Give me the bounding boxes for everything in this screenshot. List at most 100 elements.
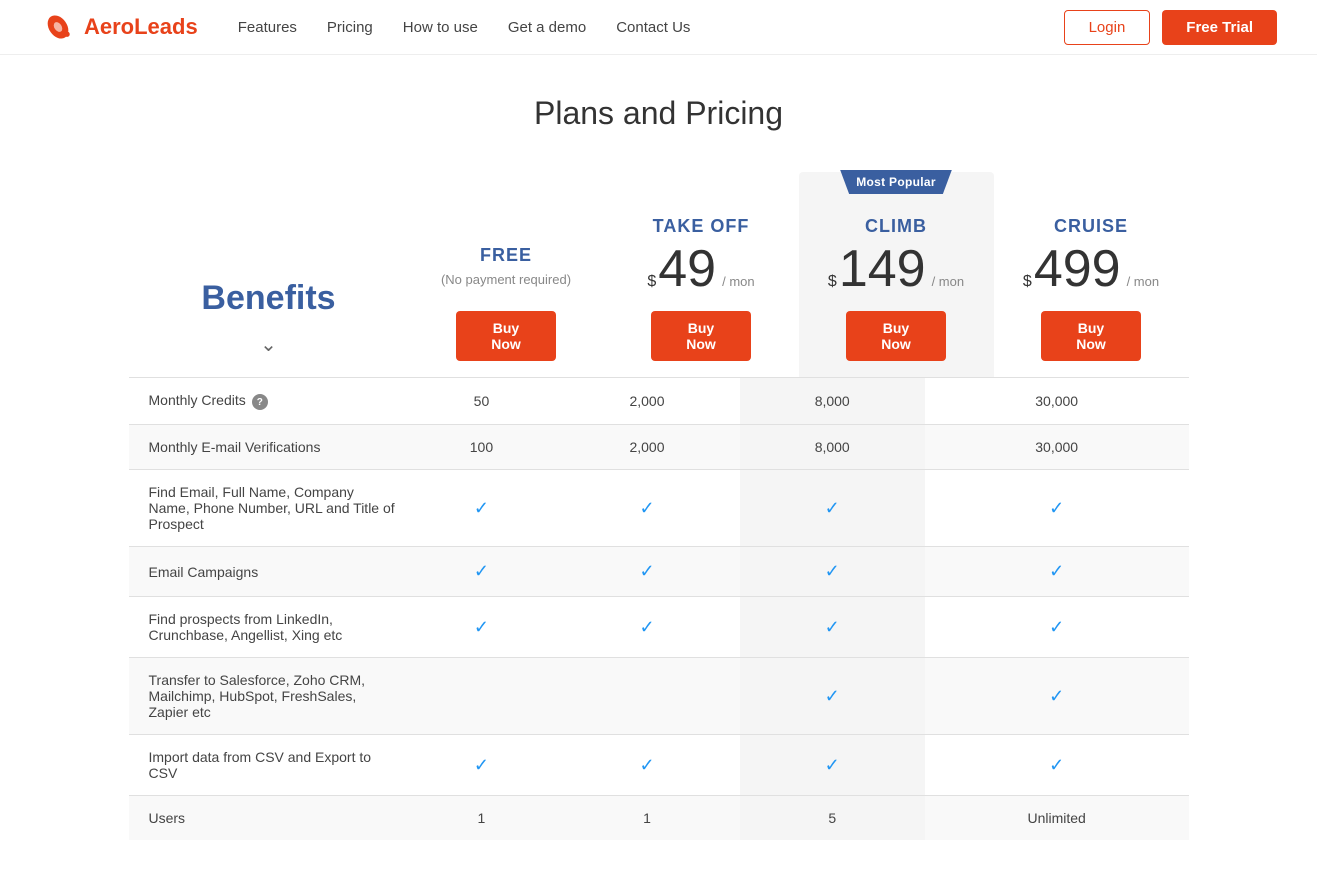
feature-value: 2,000 [554,378,739,425]
check-icon: ✓ [1049,686,1064,706]
check-icon: ✓ [825,498,840,518]
price-per-takeoff: / mon [722,274,755,289]
table-row: Import data from CSV and Export to CSV✓✓… [129,735,1189,796]
pricing-header: Benefits ⌄ FREE (No payment required) Bu… [129,172,1189,377]
feature-value: 5 [740,796,925,841]
table-row: Find prospects from LinkedIn, Crunchbase… [129,597,1189,658]
feature-value: ✓ [740,470,925,547]
plan-free-subtitle: (No payment required) [441,272,571,287]
plan-takeoff: TAKE OFF $ 49 / mon Buy Now [604,188,799,377]
feature-value: 30,000 [925,378,1189,425]
most-popular-badge: Most Popular [840,170,952,194]
price-dollar-climb: $ [828,273,837,291]
plan-climb-price: $ 149 / mon [828,243,964,295]
feature-value: ✓ [409,470,555,547]
feature-value: 50 [409,378,555,425]
check-icon: ✓ [1049,498,1064,518]
price-dollar-cruise: $ [1023,273,1032,291]
navbar: AeroLeads Features Pricing How to use Ge… [0,0,1317,55]
feature-name-cell: Find Email, Full Name, Company Name, Pho… [129,470,409,547]
check-icon: ✓ [639,498,654,518]
check-icon: ✓ [1049,561,1064,581]
free-trial-button[interactable]: Free Trial [1162,10,1277,45]
feature-table: Monthly Credits?502,0008,00030,000Monthl… [129,377,1189,840]
plan-cruise: CRUISE $ 499 / mon Buy Now [994,188,1189,377]
check-icon: ✓ [825,617,840,637]
feature-value: ✓ [554,470,739,547]
check-icon: ✓ [825,561,840,581]
feature-value: ✓ [925,547,1189,597]
nav-actions: Login Free Trial [1064,10,1277,45]
feature-value: ✓ [740,547,925,597]
check-icon: ✓ [474,755,489,775]
feature-name-cell: Email Campaigns [129,547,409,597]
table-row: Transfer to Salesforce, Zoho CRM, Mailch… [129,658,1189,735]
feature-value: ✓ [740,658,925,735]
check-icon: ✓ [639,755,654,775]
feature-value [554,658,739,735]
feature-value [409,658,555,735]
check-icon: ✓ [1049,617,1064,637]
page-title: Plans and Pricing [129,95,1189,132]
price-number-cruise: 499 [1034,243,1121,295]
feature-value: ✓ [409,547,555,597]
feature-value: ✓ [925,658,1189,735]
price-number-climb: 149 [839,243,926,295]
plan-takeoff-name: TAKE OFF [653,216,750,237]
feature-value: ✓ [740,597,925,658]
table-row: Monthly E-mail Verifications1002,0008,00… [129,425,1189,470]
table-row: Users115Unlimited [129,796,1189,841]
feature-value: 8,000 [740,425,925,470]
table-row: Email Campaigns ✓ ✓ ✓ ✓ [129,547,1189,597]
nav-howtouse[interactable]: How to use [403,19,478,36]
feature-value: ✓ [409,735,555,796]
chevron-down-icon: ⌄ [260,332,277,357]
feature-value: 8,000 [740,378,925,425]
feature-value: Unlimited [925,796,1189,841]
check-icon: ✓ [825,686,840,706]
buy-now-takeoff[interactable]: Buy Now [651,311,751,361]
nav-features[interactable]: Features [238,19,297,36]
logo-icon [40,9,76,45]
price-per-climb: / mon [932,274,965,289]
feature-value: 30,000 [925,425,1189,470]
price-dollar-takeoff: $ [647,273,656,291]
buy-now-climb[interactable]: Buy Now [846,311,946,361]
check-icon: ✓ [639,561,654,581]
feature-value: ✓ [925,597,1189,658]
nav-contactus[interactable]: Contact Us [616,19,690,36]
check-icon: ✓ [1049,755,1064,775]
feature-value: 1 [409,796,555,841]
plan-cruise-price: $ 499 / mon [1023,243,1159,295]
feature-value: ✓ [554,597,739,658]
check-icon: ✓ [474,498,489,518]
feature-value: ✓ [554,735,739,796]
benefits-column: Benefits ⌄ [129,259,409,377]
feature-value: 100 [409,425,555,470]
check-icon: ✓ [825,755,840,775]
logo-text: AeroLeads [84,14,198,40]
feature-value: ✓ [740,735,925,796]
logo[interactable]: AeroLeads [40,9,198,45]
feature-name-cell: Monthly E-mail Verifications [129,425,409,470]
buy-now-free[interactable]: Buy Now [456,311,556,361]
buy-now-cruise[interactable]: Buy Now [1041,311,1141,361]
nav-links: Features Pricing How to use Get a demo C… [238,19,1064,36]
table-row: Find Email, Full Name, Company Name, Pho… [129,470,1189,547]
feature-name-cell: Users [129,796,409,841]
login-button[interactable]: Login [1064,10,1151,45]
plan-cruise-name: CRUISE [1054,216,1128,237]
feature-value: ✓ [409,597,555,658]
feature-value: ✓ [925,470,1189,547]
feature-value: 1 [554,796,739,841]
table-row: Monthly Credits?502,0008,00030,000 [129,378,1189,425]
plan-free-name: FREE [480,245,532,266]
feature-name-cell: Find prospects from LinkedIn, Crunchbase… [129,597,409,658]
nav-pricing[interactable]: Pricing [327,19,373,36]
feature-value: ✓ [925,735,1189,796]
plan-takeoff-price: $ 49 / mon [647,243,754,295]
feature-value: 2,000 [554,425,739,470]
check-icon: ✓ [474,561,489,581]
info-icon[interactable]: ? [252,394,268,410]
nav-getdemo[interactable]: Get a demo [508,19,586,36]
